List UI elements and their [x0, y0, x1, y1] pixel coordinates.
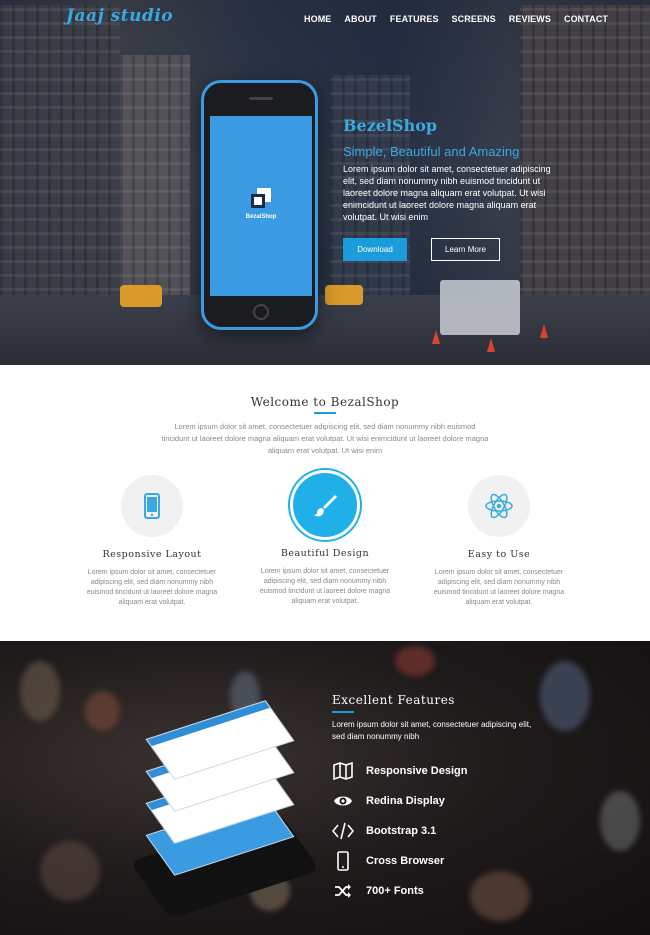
- background-bokeh: [85, 691, 120, 731]
- app-logo-icon: [251, 188, 271, 208]
- features-description: Lorem ipsum dolor sit amet, consectetuer…: [332, 720, 532, 741]
- nav-about[interactable]: ABOUT: [344, 14, 377, 24]
- background-bokeh: [600, 791, 640, 851]
- feature-icon-circle: [468, 475, 530, 537]
- feature-label: Redina Display: [366, 795, 445, 807]
- feature-item: 700+ Fonts: [332, 876, 467, 906]
- hero-description: Lorem ipsum dolor sit amet, consectetuer…: [343, 164, 551, 222]
- feature-label: Cross Browser: [366, 855, 445, 867]
- title-divider: [314, 412, 336, 414]
- eye-icon: [332, 790, 354, 812]
- background-truck: [440, 280, 520, 335]
- background-bokeh: [540, 661, 590, 731]
- feature-beautiful-design: Beautiful Design Lorem ipsum dolor sit a…: [250, 470, 400, 607]
- mobile-icon: [332, 850, 354, 872]
- background-cone: [540, 324, 548, 338]
- feature-item: Redina Display: [332, 786, 467, 816]
- learn-more-button[interactable]: Learn More: [431, 238, 500, 261]
- background-taxi: [120, 285, 162, 307]
- feature-easy-to-use: Easy to Use Lorem ipsum dolor sit amet, …: [424, 475, 574, 608]
- map-icon: [332, 760, 354, 782]
- feature-responsive-layout: Responsive Layout Lorem ipsum dolor sit …: [77, 475, 227, 608]
- background-building: [120, 55, 190, 305]
- brush-icon: [314, 495, 337, 517]
- shuffle-icon: [332, 880, 354, 902]
- feature-icon-circle: [290, 470, 360, 540]
- app-name: BezalShop: [245, 214, 277, 220]
- welcome-description: Lorem ipsum dolor sit amet, consectetuer…: [161, 422, 489, 455]
- background-bokeh: [395, 646, 435, 676]
- welcome-section: Welcome to BezalShop Lorem ipsum dolor s…: [0, 365, 650, 641]
- background-taxi: [325, 285, 363, 305]
- nav-home[interactable]: HOME: [304, 14, 331, 24]
- nav-reviews[interactable]: REVIEWS: [509, 14, 551, 24]
- background-cone: [487, 338, 495, 352]
- hero-section: Jaaj studio HOME ABOUT FEATURES SCREENS …: [0, 0, 650, 365]
- feature-label: 700+ Fonts: [366, 885, 424, 897]
- features-list: Responsive Design Redina Display Bootstr…: [332, 756, 467, 906]
- features-title: Excellent Features: [332, 693, 455, 707]
- hero-title: BezelShop: [343, 116, 438, 135]
- code-icon: [332, 820, 354, 842]
- atom-icon: [485, 493, 513, 519]
- feature-title: Responsive Layout: [102, 549, 202, 560]
- feature-item: Bootstrap 3.1: [332, 816, 467, 846]
- nav-features[interactable]: FEATURES: [390, 14, 439, 24]
- background-bokeh: [40, 841, 100, 901]
- feature-item: Cross Browser: [332, 846, 467, 876]
- features-section: Excellent Features Lorem ipsum dolor sit…: [0, 641, 650, 935]
- background-building: [0, 5, 120, 305]
- background-street: [0, 295, 650, 365]
- feature-text: Lorem ipsum dolor sit amet, consectetuer…: [86, 569, 218, 606]
- phone-home-button: [253, 304, 269, 320]
- background-bokeh: [470, 871, 530, 921]
- welcome-title: Welcome to BezalShop: [250, 395, 400, 409]
- download-button[interactable]: Download: [343, 238, 407, 261]
- nav-screens[interactable]: SCREENS: [452, 14, 496, 24]
- background-building: [520, 5, 650, 305]
- feature-text: Lorem ipsum dolor sit amet, consectetuer…: [433, 569, 565, 606]
- feature-item: Responsive Design: [332, 756, 467, 786]
- background-bokeh: [20, 661, 60, 721]
- background-cone: [432, 330, 440, 344]
- phone-screen: BezalShop: [210, 116, 312, 296]
- phone-mockup: BezalShop: [201, 80, 318, 330]
- nav-contact[interactable]: CONTACT: [564, 14, 608, 24]
- hero-subtitle: Simple, Beautiful and Amazing: [343, 144, 520, 159]
- feature-icon-circle: [121, 475, 183, 537]
- feature-label: Bootstrap 3.1: [366, 825, 437, 837]
- feature-title: Easy to Use: [467, 549, 531, 560]
- feature-label: Responsive Design: [366, 765, 468, 777]
- feature-text: Lorem ipsum dolor sit amet, consectetuer…: [259, 568, 391, 605]
- mobile-icon: [144, 493, 160, 519]
- feature-title: Beautiful Design: [280, 548, 370, 559]
- brand-logo[interactable]: Jaaj studio: [66, 6, 173, 26]
- app-screens-illustration: [129, 700, 321, 931]
- title-divider: [332, 711, 354, 713]
- main-nav: HOME ABOUT FEATURES SCREENS REVIEWS CONT…: [304, 14, 621, 24]
- phone-speaker: [249, 97, 273, 100]
